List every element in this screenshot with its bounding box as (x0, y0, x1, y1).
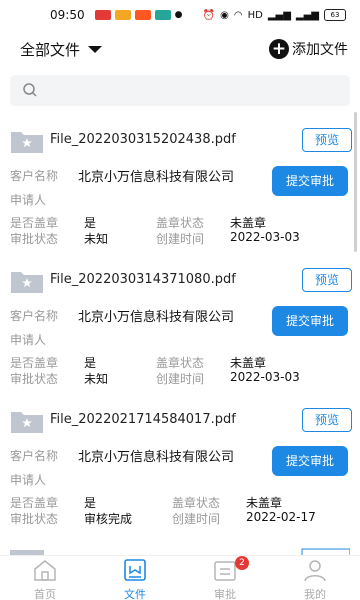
applicant-label: 申请人 (10, 193, 47, 207)
file-card[interactable]: File_2022030315202438.pdf 预览 客户名称 北京小万信息… (0, 126, 360, 266)
created-value: 2022-03-03 (230, 230, 300, 244)
notification-app-icon (134, 10, 151, 20)
seal-status-label: 盖章状态 (172, 496, 221, 510)
search-icon (23, 83, 37, 97)
nav-files[interactable]: 文件 (90, 556, 180, 600)
nav-profile[interactable]: 我的 (270, 556, 360, 600)
created-label: 创建时间 (172, 512, 221, 526)
folder-icon (11, 272, 43, 293)
plus-circle-icon: + (269, 39, 289, 59)
nav-approval-label: 审批 (214, 588, 236, 600)
customer-label: 客户名称 (10, 449, 59, 463)
battery-icon: 63 (324, 9, 346, 21)
signal-icon: ▂▄▆ (295, 9, 319, 21)
customer-label: 客户名称 (10, 309, 59, 323)
nav-profile-label: 我的 (304, 588, 326, 600)
status-bar: 09:50 ● ⏰ ◉ ◠ HD ▂▄▆ ▂▄▆ 63 (0, 0, 360, 30)
nav-approval[interactable]: 2 审批 (180, 556, 270, 600)
approval-status-value: 未知 (84, 232, 109, 246)
seal-status-value: 未盖章 (246, 496, 283, 510)
approval-status-label: 审批状态 (10, 372, 59, 386)
customer-value: 北京小万信息科技有限公司 (78, 450, 235, 465)
alarm-icon: ⏰ (202, 9, 216, 21)
file-filter-dropdown[interactable]: 全部文件 (20, 39, 103, 60)
status-time: 09:50 (50, 8, 85, 22)
seal-status-value: 未盖章 (230, 216, 267, 230)
created-value: 2022-02-17 (246, 510, 316, 524)
file-name: File_2022021714584017.pdf (50, 412, 236, 427)
seal-status-label: 盖章状态 (156, 216, 205, 230)
home-icon (34, 560, 56, 581)
caret-down-icon (88, 45, 103, 53)
approval-status-label: 审批状态 (10, 232, 59, 246)
approval-status-label: 审批状态 (10, 512, 59, 526)
wifi-icon: ◠ (233, 9, 243, 21)
seal-status-label: 盖章状态 (156, 356, 205, 370)
submit-approval-button[interactable]: 提交审批 (272, 306, 348, 336)
applicant-label: 申请人 (10, 473, 47, 487)
notification-app-icon (154, 10, 171, 20)
sealed-value: 是 (84, 496, 97, 510)
preview-button[interactable]: 预览 (302, 408, 352, 432)
approval-badge: 2 (235, 556, 249, 570)
sealed-label: 是否盖章 (10, 496, 59, 510)
sealed-value: 是 (84, 216, 97, 230)
app-screen: 09:50 ● ⏰ ◉ ◠ HD ▂▄▆ ▂▄▆ 63 全部文件 + 添加文件 (0, 0, 360, 600)
sealed-value: 是 (84, 356, 97, 370)
nav-files-label: 文件 (124, 588, 146, 600)
file-list: File_2022030315202438.pdf 预览 客户名称 北京小万信息… (0, 126, 360, 556)
customer-label: 客户名称 (10, 169, 59, 183)
add-file-label: 添加文件 (292, 42, 348, 58)
created-label: 创建时间 (156, 232, 205, 246)
dot-icon: ● (174, 10, 183, 20)
search-bar[interactable] (10, 75, 350, 108)
network-type: HD (247, 9, 263, 21)
nav-home[interactable]: 首页 (0, 556, 90, 600)
preview-button[interactable]: 预览 (302, 268, 352, 292)
sealed-label: 是否盖章 (10, 356, 59, 370)
header: 全部文件 + 添加文件 (0, 36, 360, 62)
folder-icon (11, 132, 43, 153)
customer-value: 北京小万信息科技有限公司 (78, 310, 235, 325)
approval-status-value: 未知 (84, 372, 109, 386)
customer-value: 北京小万信息科技有限公司 (78, 170, 235, 185)
file-icon (124, 559, 146, 581)
created-value: 2022-03-03 (230, 370, 300, 384)
seal-status-value: 未盖章 (230, 356, 267, 370)
search-input[interactable] (46, 75, 340, 108)
file-name: File_2022030314371080.pdf (50, 272, 236, 287)
folder-icon (11, 412, 43, 433)
filter-label: 全部文件 (20, 40, 81, 59)
file-card[interactable]: File_2022021714584017.pdf 预览 客户名称 北京小万信息… (0, 406, 360, 546)
add-file-button[interactable]: + 添加文件 (269, 39, 348, 59)
notification-app-icon (114, 10, 131, 20)
bottom-nav: 首页 文件 2 审批 我的 (0, 555, 360, 600)
signal-icon: ▂▄▆ (267, 9, 291, 21)
user-icon (304, 560, 326, 582)
nav-home-label: 首页 (34, 588, 56, 600)
submit-approval-button[interactable]: 提交审批 (272, 166, 348, 196)
preview-button[interactable]: 预览 (302, 128, 352, 152)
submit-approval-button[interactable]: 提交审批 (272, 446, 348, 476)
file-card[interactable]: File_2022030314371080.pdf 预览 客户名称 北京小万信息… (0, 266, 360, 406)
sealed-label: 是否盖章 (10, 216, 59, 230)
created-label: 创建时间 (156, 372, 205, 386)
applicant-label: 申请人 (10, 333, 47, 347)
file-name: File_2022030315202438.pdf (50, 132, 236, 147)
location-icon: ◉ (220, 9, 229, 21)
approval-status-value: 审核完成 (84, 512, 133, 526)
notification-app-icon (94, 10, 111, 20)
